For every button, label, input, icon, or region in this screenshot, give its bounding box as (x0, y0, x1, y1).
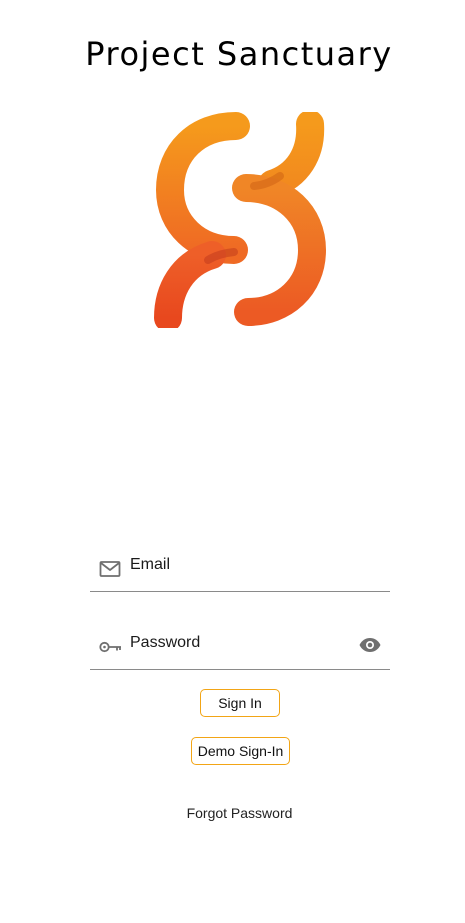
email-input[interactable] (130, 553, 350, 577)
app-title: Project Sanctuary (85, 35, 393, 73)
email-field[interactable] (90, 545, 390, 592)
forgot-password-link[interactable]: Forgot Password (0, 805, 465, 821)
app-logo (154, 112, 327, 328)
demo-sign-in-button[interactable]: Demo Sign-In (191, 737, 290, 765)
mail-icon (99, 561, 121, 577)
sign-in-button[interactable]: Sign In (200, 689, 280, 717)
password-input[interactable] (130, 631, 350, 655)
eye-icon[interactable] (358, 633, 382, 657)
key-icon (99, 641, 121, 653)
password-field[interactable] (90, 623, 390, 670)
